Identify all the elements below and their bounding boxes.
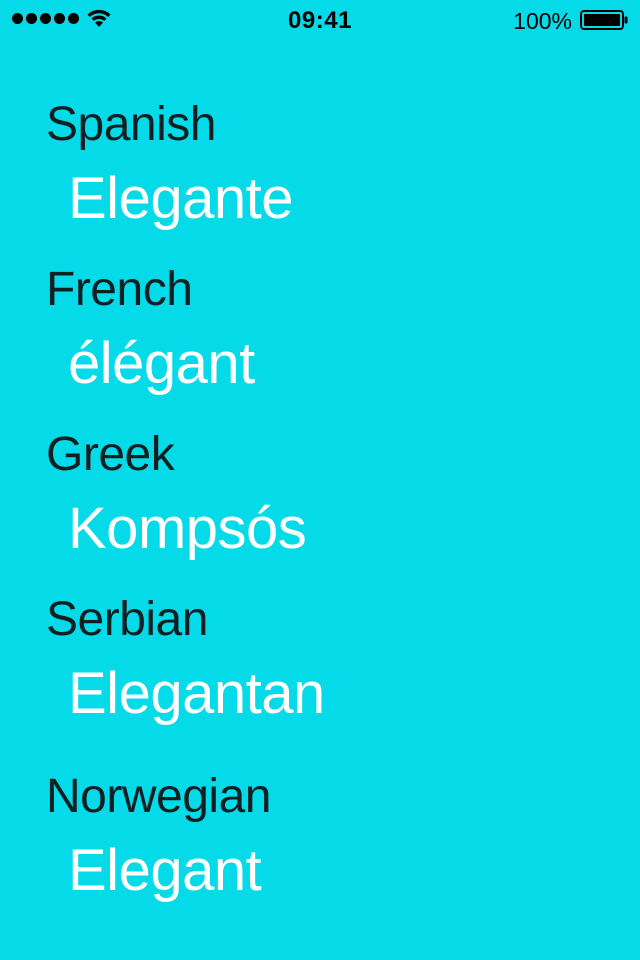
language-label-norwegian: Norwegian xyxy=(46,770,271,823)
language-label-greek: Greek xyxy=(46,428,175,481)
translated-word-spanish: Elegante xyxy=(68,166,293,231)
battery-icon xyxy=(580,10,628,30)
translated-word-norwegian: Elegant xyxy=(68,838,262,903)
language-label-spanish: Spanish xyxy=(46,98,216,151)
language-label-serbian: Serbian xyxy=(46,593,208,646)
translated-word-greek: Kompsós xyxy=(68,496,307,561)
battery-percent: 100% xyxy=(513,8,572,34)
translated-word-french: élégant xyxy=(68,331,255,396)
language-label-french: French xyxy=(46,263,193,316)
translated-word-serbian: Elegantan xyxy=(68,661,325,726)
status-bar: 09:41 100% xyxy=(0,0,640,40)
screen: 09:41 100% Spanish Elegante French éléga… xyxy=(0,0,640,960)
